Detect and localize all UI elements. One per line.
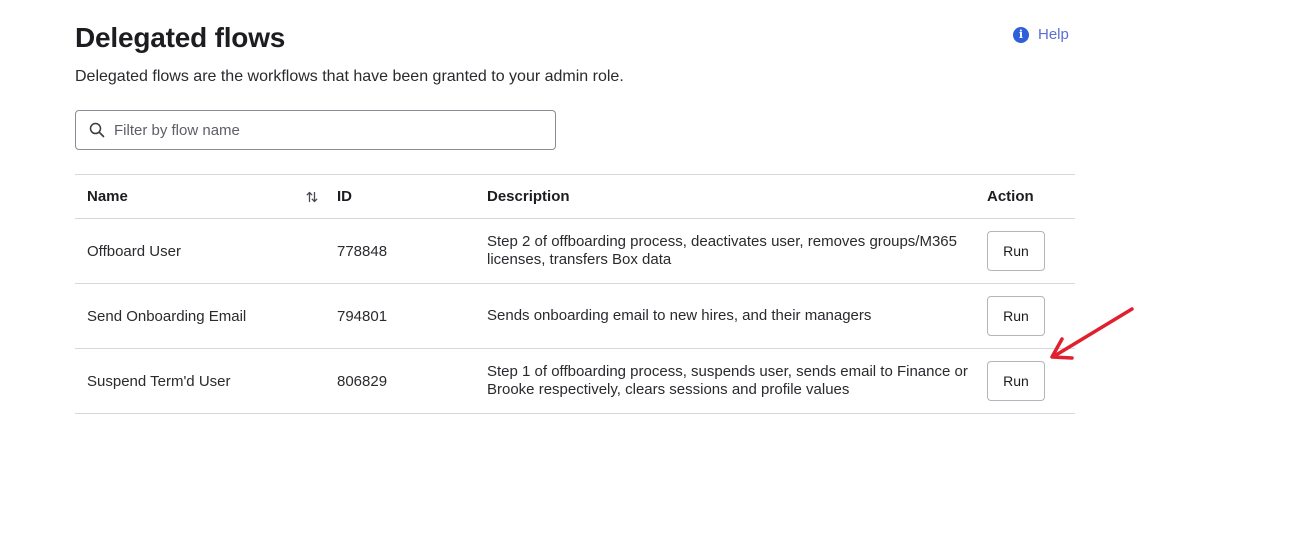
flow-id: 778848 [337, 242, 388, 260]
flow-name: Suspend Term'd User [87, 372, 231, 390]
run-button[interactable]: Run [987, 361, 1045, 401]
flow-description: Step 2 of offboarding process, deactivat… [487, 233, 957, 268]
table-header-row: Name ID Description Action [75, 175, 1075, 219]
help-link[interactable]: i Help [1013, 26, 1069, 43]
column-header-description: Description [487, 187, 570, 205]
flow-name: Offboard User [87, 242, 181, 260]
help-label: Help [1038, 26, 1069, 43]
flows-table: Name ID Description Action Offboard User… [75, 174, 1075, 414]
run-button[interactable]: Run [987, 296, 1045, 336]
flow-name: Send Onboarding Email [87, 307, 247, 325]
column-header-action: Action [987, 188, 1034, 205]
run-button[interactable]: Run [987, 231, 1045, 271]
column-header-name[interactable]: Name [75, 188, 287, 205]
flow-description: Sends onboarding email to new hires, and… [487, 307, 872, 324]
red-arrow-icon [1050, 307, 1134, 360]
flow-description: Step 1 of offboarding process, suspends … [487, 363, 968, 398]
info-icon: i [1013, 26, 1029, 43]
search-box[interactable] [75, 110, 556, 150]
page-subtitle: Delegated flows are the workflows that h… [75, 68, 624, 85]
search-icon [89, 122, 105, 138]
page-title: Delegated flows [75, 22, 286, 53]
table-row: Suspend Term'd User 806829 Step 1 of off… [75, 349, 1075, 414]
sort-button[interactable] [287, 191, 337, 203]
sort-arrows-icon [306, 191, 318, 202]
column-header-id: ID [337, 188, 352, 205]
table-row: Offboard User 778848 Step 2 of offboardi… [75, 219, 1075, 284]
search-input[interactable] [114, 121, 534, 139]
flow-id: 806829 [337, 372, 388, 390]
flow-id: 794801 [337, 307, 388, 325]
table-row: Send Onboarding Email 794801 Sends onboa… [75, 284, 1075, 349]
